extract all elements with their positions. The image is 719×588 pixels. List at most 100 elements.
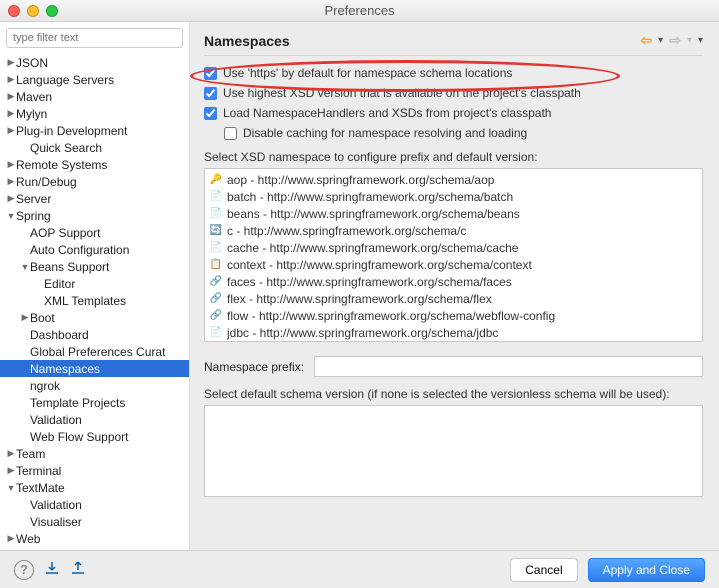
- namespace-item-c[interactable]: 🔄c - http://www.springframework.org/sche…: [209, 222, 698, 239]
- tree-item-spring[interactable]: ▼Spring: [0, 207, 189, 224]
- namespace-item-label: cache - http://www.springframework.org/s…: [227, 241, 518, 255]
- tree-item-label: TextMate: [16, 481, 65, 495]
- tree-item-label: Beans Support: [30, 260, 109, 274]
- check-highest-xsd-box[interactable]: [204, 87, 217, 100]
- tree-item-textmate[interactable]: ▼TextMate: [0, 479, 189, 496]
- tree-item-label: Language Servers: [16, 73, 114, 87]
- tree-item-plug-in-development[interactable]: ▶Plug-in Development: [0, 122, 189, 139]
- tree-item-server[interactable]: ▶Server: [0, 190, 189, 207]
- namespace-item-batch[interactable]: 📄batch - http://www.springframework.org/…: [209, 188, 698, 205]
- export-prefs-icon[interactable]: [70, 560, 86, 579]
- preferences-sidebar: ▶JSON▶Language Servers▶Maven▶Mylyn▶Plug-…: [0, 22, 190, 550]
- import-prefs-icon[interactable]: [44, 560, 60, 579]
- tree-item-boot[interactable]: ▶Boot: [0, 309, 189, 326]
- close-window-button[interactable]: [8, 5, 20, 17]
- check-https-default[interactable]: Use 'https' by default for namespace sch…: [204, 66, 703, 80]
- namespace-item-jdbc[interactable]: 📄jdbc - http://www.springframework.org/s…: [209, 324, 698, 341]
- tree-item-quick-search[interactable]: Quick Search: [0, 139, 189, 156]
- tree-item-web-flow-support[interactable]: Web Flow Support: [0, 428, 189, 445]
- tree-item-validation[interactable]: Validation: [0, 411, 189, 428]
- namespace-list[interactable]: 🔑aop - http://www.springframework.org/sc…: [204, 168, 703, 342]
- tree-item-xml-templates[interactable]: XML Templates: [0, 292, 189, 309]
- tree-item-global-preferences-curat[interactable]: Global Preferences Curat: [0, 343, 189, 360]
- tree-item-language-servers[interactable]: ▶Language Servers: [0, 71, 189, 88]
- zoom-window-button[interactable]: [46, 5, 58, 17]
- select-namespace-label: Select XSD namespace to configure prefix…: [204, 150, 703, 164]
- check-disable-cache-box[interactable]: [224, 127, 237, 140]
- chevron-right-icon[interactable]: ▶: [6, 125, 16, 136]
- nav-menu-icon[interactable]: ▾: [698, 35, 703, 46]
- chevron-right-icon[interactable]: ▶: [6, 176, 16, 187]
- chevron-right-icon[interactable]: ▶: [6, 57, 16, 68]
- check-disable-cache[interactable]: Disable caching for namespace resolving …: [224, 126, 703, 140]
- namespace-item-cache[interactable]: 📄cache - http://www.springframework.org/…: [209, 239, 698, 256]
- tree-item-label: Quick Search: [30, 141, 102, 155]
- chevron-right-icon[interactable]: ▶: [6, 159, 16, 170]
- namespace-item-context[interactable]: 📋context - http://www.springframework.or…: [209, 256, 698, 273]
- namespace-item-faces[interactable]: 🔗faces - http://www.springframework.org/…: [209, 273, 698, 290]
- chevron-right-icon[interactable]: ▶: [6, 74, 16, 85]
- tree-item-web-services[interactable]: ▶Web Services: [0, 547, 189, 550]
- tree-item-editor[interactable]: Editor: [0, 275, 189, 292]
- namespace-item-beans[interactable]: 📄beans - http://www.springframework.org/…: [209, 205, 698, 222]
- namespace-item-flex[interactable]: 🔗flex - http://www.springframework.org/s…: [209, 290, 698, 307]
- check-load-handlers-box[interactable]: [204, 107, 217, 120]
- tree-item-label: Auto Configuration: [30, 243, 129, 257]
- check-highest-xsd[interactable]: Use highest XSD version that is availabl…: [204, 86, 703, 100]
- chevron-right-icon[interactable]: ▶: [6, 91, 16, 102]
- tree-item-beans-support[interactable]: ▼Beans Support: [0, 258, 189, 275]
- namespace-prefix-input[interactable]: [314, 356, 703, 377]
- namespace-item-flow[interactable]: 🔗flow - http://www.springframework.org/s…: [209, 307, 698, 324]
- tree-item-namespaces[interactable]: Namespaces: [0, 360, 189, 377]
- tree-item-maven[interactable]: ▶Maven: [0, 88, 189, 105]
- tree-item-label: Validation: [30, 498, 82, 512]
- tree-item-mylyn[interactable]: ▶Mylyn: [0, 105, 189, 122]
- check-load-handlers[interactable]: Load NamespaceHandlers and XSDs from pro…: [204, 106, 703, 120]
- tree-item-aop-support[interactable]: AOP Support: [0, 224, 189, 241]
- chevron-down-icon[interactable]: ▼: [6, 211, 16, 221]
- namespace-item-aop[interactable]: 🔑aop - http://www.springframework.org/sc…: [209, 171, 698, 188]
- chevron-right-icon[interactable]: ▶: [6, 108, 16, 119]
- nav-back-icon[interactable]: ⇦: [640, 32, 652, 49]
- cancel-button[interactable]: Cancel: [510, 558, 577, 582]
- tree-item-dashboard[interactable]: Dashboard: [0, 326, 189, 343]
- check-highest-xsd-label: Use highest XSD version that is availabl…: [223, 86, 581, 100]
- tree-item-remote-systems[interactable]: ▶Remote Systems: [0, 156, 189, 173]
- tree-item-validation[interactable]: Validation: [0, 496, 189, 513]
- version-list[interactable]: [204, 405, 703, 497]
- tree-item-label: ngrok: [30, 379, 60, 393]
- tree-item-label: AOP Support: [30, 226, 101, 240]
- filter-input[interactable]: [6, 28, 183, 48]
- tree-item-label: Team: [16, 447, 45, 461]
- tree-item-team[interactable]: ▶Team: [0, 445, 189, 462]
- chevron-right-icon[interactable]: ▶: [6, 533, 16, 544]
- preferences-tree[interactable]: ▶JSON▶Language Servers▶Maven▶Mylyn▶Plug-…: [0, 54, 189, 550]
- chevron-right-icon[interactable]: ▶: [6, 465, 16, 476]
- tree-item-template-projects[interactable]: Template Projects: [0, 394, 189, 411]
- chevron-right-icon[interactable]: ▶: [6, 193, 16, 204]
- tree-item-label: Terminal: [16, 464, 61, 478]
- chevron-down-icon[interactable]: ▼: [20, 262, 30, 272]
- tree-item-visualiser[interactable]: Visualiser: [0, 513, 189, 530]
- tree-item-auto-configuration[interactable]: Auto Configuration: [0, 241, 189, 258]
- check-https-default-box[interactable]: [204, 67, 217, 80]
- namespace-batch-icon: 📄: [209, 190, 223, 204]
- check-disable-cache-label: Disable caching for namespace resolving …: [243, 126, 527, 140]
- chevron-down-icon[interactable]: ▼: [6, 483, 16, 493]
- tree-item-json[interactable]: ▶JSON: [0, 54, 189, 71]
- namespace-item-label: jdbc - http://www.springframework.org/sc…: [227, 326, 498, 340]
- tree-item-label: Web Flow Support: [30, 430, 129, 444]
- namespace-c-icon: 🔄: [209, 224, 223, 238]
- tree-item-label: Boot: [30, 311, 55, 325]
- tree-item-web[interactable]: ▶Web: [0, 530, 189, 547]
- nav-back-menu-icon[interactable]: ▾: [658, 35, 663, 46]
- tree-item-ngrok[interactable]: ngrok: [0, 377, 189, 394]
- chevron-right-icon[interactable]: ▶: [20, 312, 30, 323]
- tree-item-label: Template Projects: [30, 396, 125, 410]
- apply-close-button[interactable]: Apply and Close: [588, 558, 705, 582]
- tree-item-run-debug[interactable]: ▶Run/Debug: [0, 173, 189, 190]
- chevron-right-icon[interactable]: ▶: [6, 448, 16, 459]
- tree-item-terminal[interactable]: ▶Terminal: [0, 462, 189, 479]
- help-icon[interactable]: ?: [14, 560, 34, 580]
- minimize-window-button[interactable]: [27, 5, 39, 17]
